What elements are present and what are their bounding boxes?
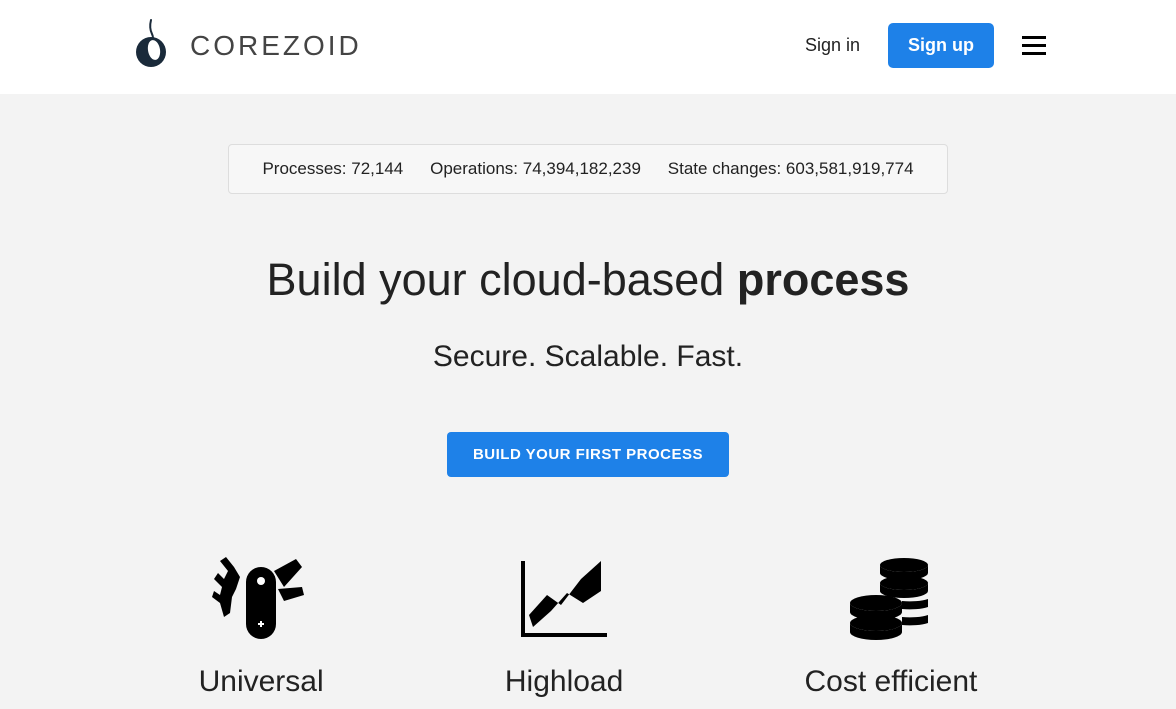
stat-value: 72,144 <box>351 159 403 178</box>
feature-title: Highload <box>505 665 623 699</box>
swiss-knife-icon <box>206 547 316 647</box>
stat-value: 74,394,182,239 <box>523 159 641 178</box>
stat-label: Operations: <box>430 159 523 178</box>
brand[interactable]: COREZOID <box>130 18 362 73</box>
coins-icon <box>836 547 946 647</box>
stat-label: State changes: <box>668 159 786 178</box>
stat-processes: Processes: 72,144 <box>262 159 403 179</box>
stat-state-changes: State changes: 603,581,919,774 <box>668 159 914 179</box>
logo-icon <box>130 18 172 73</box>
stats-bar: Processes: 72,144 Operations: 74,394,182… <box>228 144 948 194</box>
feature-title: Cost efficient <box>805 665 978 699</box>
stat-label: Processes: <box>262 159 351 178</box>
hero-section: Processes: 72,144 Operations: 74,394,182… <box>0 94 1176 709</box>
feature-highload: Highload <box>505 547 623 699</box>
stat-value: 603,581,919,774 <box>786 159 914 178</box>
features-row: Universal Highload <box>108 547 1068 709</box>
feature-universal: Universal <box>199 547 324 699</box>
headline-text: Build your cloud-based <box>267 254 737 305</box>
site-header: COREZOID Sign in Sign up <box>0 0 1176 94</box>
header-actions: Sign in Sign up <box>805 23 1046 68</box>
feature-cost-efficient: Cost efficient <box>805 547 978 699</box>
subtitle: Secure. Scalable. Fast. <box>0 340 1176 374</box>
chart-icon <box>509 547 619 647</box>
stat-operations: Operations: 74,394,182,239 <box>430 159 641 179</box>
page-title: Build your cloud-based process <box>0 254 1176 306</box>
signin-link[interactable]: Sign in <box>805 35 860 56</box>
brand-name: COREZOID <box>190 30 362 62</box>
feature-title: Universal <box>199 665 324 699</box>
signup-button[interactable]: Sign up <box>888 23 994 68</box>
build-process-button[interactable]: BUILD YOUR FIRST PROCESS <box>447 432 729 477</box>
menu-icon[interactable] <box>1022 36 1046 55</box>
headline-bold: process <box>737 254 910 305</box>
